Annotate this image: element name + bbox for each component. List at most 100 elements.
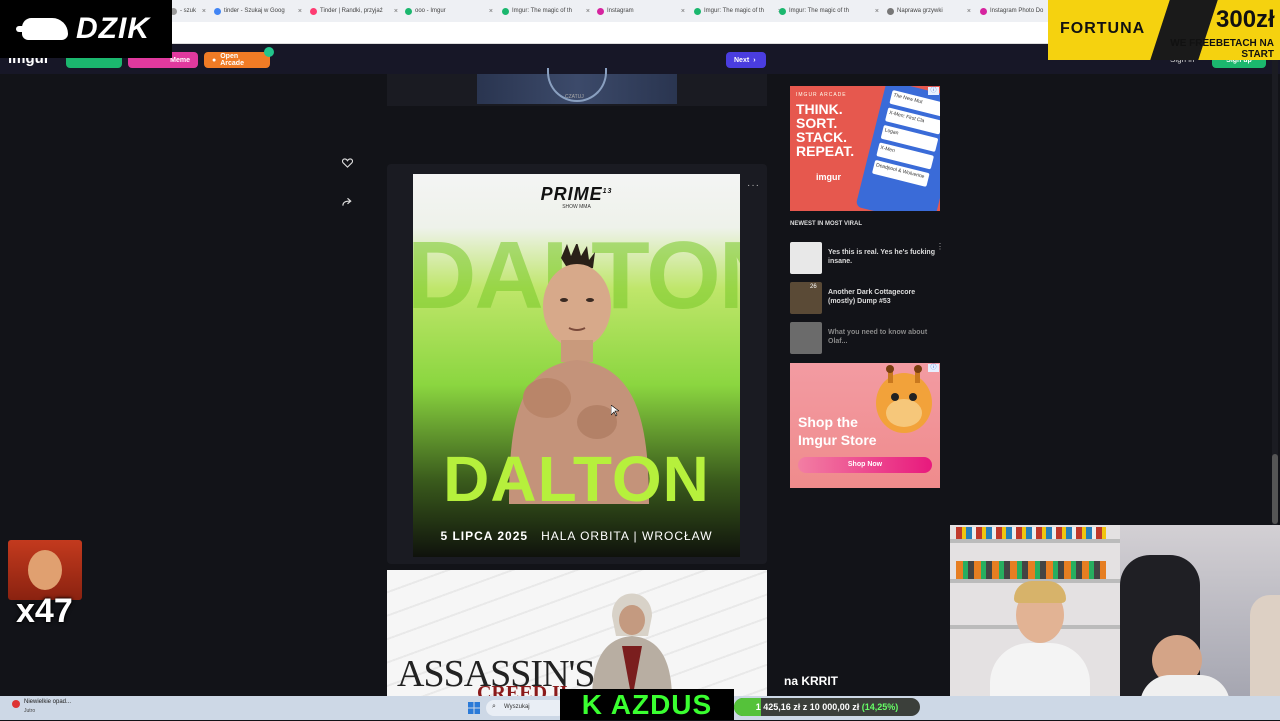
taskbar-search-label: Wyszukaj bbox=[504, 704, 530, 710]
tab-favicon-icon bbox=[405, 7, 412, 15]
shelf-cans bbox=[956, 561, 1106, 579]
previous-post-card: CZATUJ bbox=[387, 68, 767, 106]
tab-label: Instagram bbox=[607, 8, 634, 14]
browser-tab[interactable]: - szuk × bbox=[170, 3, 206, 19]
dzik-logo: DZIK bbox=[0, 0, 172, 58]
fortuna-amount: 300zł bbox=[1216, 6, 1275, 33]
fighter-name: DALTON bbox=[443, 443, 710, 515]
ad-logo: imgur bbox=[816, 172, 842, 182]
prime-logo-sub: SHOW MMA bbox=[562, 204, 591, 210]
more-vertical-icon[interactable]: ⋮ bbox=[936, 242, 944, 251]
next-label: Next bbox=[734, 56, 750, 64]
ad-choices-icon[interactable]: ⓘ bbox=[928, 87, 939, 95]
watermark-text: CZATUJ bbox=[565, 94, 584, 100]
notification-badge bbox=[264, 47, 274, 57]
viral-item[interactable]: 26 Another Dark Cottagecore (mostly) Dum… bbox=[790, 281, 940, 315]
tab-label: - szuk bbox=[180, 8, 197, 14]
tab-favicon-icon bbox=[779, 7, 786, 15]
favorite-button[interactable] bbox=[332, 148, 362, 178]
browser-tab[interactable]: Imgur: The magic of th × bbox=[502, 3, 590, 19]
post-image[interactable]: DALTON PRIME13 SHOW MMA DALTON 5 LIPCA 2… bbox=[413, 174, 740, 557]
browser-tab[interactable]: Imgur: The magic of th× bbox=[694, 3, 782, 19]
close-tab-icon[interactable]: × bbox=[489, 8, 493, 15]
tab-label: tinder - Szukaj w Goog bbox=[224, 8, 285, 14]
fortuna-tagline: WE FREEBETACH NA START bbox=[1170, 38, 1274, 60]
tab-favicon-icon bbox=[887, 7, 894, 15]
assassin-figure bbox=[592, 593, 672, 700]
taskbar-search[interactable]: ⌕ Wyszukaj bbox=[486, 700, 566, 716]
streamer-nick: K AZDUS bbox=[560, 689, 734, 720]
next-button[interactable]: Next › bbox=[726, 52, 766, 68]
fortuna-name: FORTUNA bbox=[1060, 20, 1146, 37]
previous-post-image: CZATUJ bbox=[477, 68, 677, 104]
close-tab-icon[interactable]: × bbox=[298, 8, 302, 15]
event-venue: HALA ORBITA | WROCŁAW bbox=[541, 529, 713, 543]
ad-headline-line: REPEAT. bbox=[796, 143, 855, 159]
next-post-image[interactable]: ASSASSIN'S CREED II bbox=[387, 570, 767, 700]
viral-item[interactable]: Yes this is real. Yes he's fucking insan… bbox=[790, 241, 940, 275]
event-info: 5 LIPCA 2025 HALA ORBITA | WROCŁAW bbox=[413, 529, 740, 543]
tab-favicon-icon bbox=[694, 7, 701, 15]
gamepad-icon: ● bbox=[212, 56, 217, 64]
tab-label: Imgur: The magic of th bbox=[704, 8, 764, 14]
ad-headline-line: SORT. bbox=[796, 115, 838, 131]
close-tab-icon[interactable]: × bbox=[967, 8, 971, 15]
chevron-right-icon: › bbox=[753, 56, 756, 64]
viral-title: Another Dark Cottagecore (mostly) Dump #… bbox=[828, 289, 916, 305]
tab-label: Naprawa grzywki bbox=[897, 8, 943, 14]
heart-icon bbox=[341, 158, 353, 168]
browser-tab[interactable]: Tinder | Randki, przyjaź × bbox=[310, 3, 398, 19]
browser-tab[interactable]: tinder - Szukaj w Goog × bbox=[214, 3, 302, 19]
shop-now-button[interactable]: Shop Now bbox=[798, 457, 932, 473]
open-arcade-button[interactable]: ● Open Arcade bbox=[204, 52, 270, 68]
tab-favicon-icon bbox=[980, 7, 987, 15]
browser-tab[interactable]: Instagram × bbox=[597, 3, 685, 19]
viral-item[interactable]: What you need to know about Olaf... bbox=[790, 321, 940, 355]
event-date: 5 LIPCA 2025 bbox=[440, 529, 529, 543]
windows-start-icon[interactable] bbox=[468, 702, 480, 714]
weather-subtext: Jutro bbox=[24, 708, 36, 714]
browser-tab[interactable]: Imgur: The magic of th× bbox=[779, 3, 879, 19]
viral-thumbnail bbox=[790, 242, 822, 274]
share-arrow-icon bbox=[341, 197, 352, 206]
donation-goal-amount: 1 425,16 zł z 10 000,00 zł bbox=[755, 702, 860, 712]
webcam-overlay bbox=[950, 525, 1280, 720]
donation-goal-text: 1 425,16 zł z 10 000,00 zł (14,25%) bbox=[734, 698, 920, 716]
viral-section-title: NEWEST IN MOST VIRAL bbox=[790, 221, 862, 227]
close-tab-icon[interactable]: × bbox=[875, 8, 879, 15]
close-tab-icon[interactable]: × bbox=[681, 8, 685, 15]
close-tab-icon[interactable]: × bbox=[394, 8, 398, 15]
weather-icon bbox=[12, 700, 20, 708]
meme-label: Meme bbox=[170, 56, 190, 64]
shelf-cans bbox=[956, 527, 1106, 539]
close-tab-icon[interactable]: × bbox=[202, 8, 206, 15]
dzik-brand-text: DZIK bbox=[76, 12, 150, 45]
tab-favicon-icon bbox=[214, 7, 221, 15]
open-arcade-label: Open Arcade bbox=[220, 53, 244, 67]
browser-tab[interactable]: ooo - Imgur × bbox=[405, 3, 493, 19]
ad-choices-icon[interactable]: ⓘ bbox=[928, 364, 939, 372]
weather-text[interactable]: Niewielkie opad... bbox=[24, 699, 71, 705]
emote-face bbox=[28, 550, 62, 590]
hair bbox=[1014, 581, 1066, 603]
tab-favicon-icon bbox=[502, 7, 509, 15]
search-icon: ⌕ bbox=[492, 703, 496, 710]
viral-thumbnail: 26 bbox=[790, 282, 822, 314]
prime-logo-text: PRIME bbox=[540, 184, 603, 204]
tab-label: Tinder | Randki, przyjaź bbox=[320, 8, 383, 14]
store-ad-headline: Shop the Imgur Store bbox=[798, 414, 877, 449]
close-tab-icon[interactable]: × bbox=[586, 8, 590, 15]
viral-title: Yes this is real. Yes he's fucking insan… bbox=[828, 249, 935, 265]
mouse-cursor-icon bbox=[611, 405, 619, 417]
ad-phone: The New Mut X-Men: First Cla Logan X-Men… bbox=[855, 86, 940, 211]
more-options-icon[interactable]: ··· bbox=[747, 180, 760, 191]
ad-headline-line: THINK. bbox=[796, 101, 843, 117]
imgur-store-ad[interactable]: Shop the Imgur Store Shop Now ⓘ bbox=[790, 363, 940, 488]
scrollbar-thumb[interactable] bbox=[1272, 454, 1278, 524]
ad-brand: IMGUR ARCADE bbox=[796, 92, 847, 98]
browser-tab[interactable]: Naprawa grzywki × bbox=[887, 3, 971, 19]
imgur-arcade-ad[interactable]: IMGUR ARCADE THINK. SORT. STACK. REPEAT.… bbox=[790, 86, 940, 211]
share-button[interactable] bbox=[332, 187, 362, 217]
tab-label: Imgur: The magic of th bbox=[512, 8, 572, 14]
tab-favicon-icon bbox=[310, 7, 317, 15]
